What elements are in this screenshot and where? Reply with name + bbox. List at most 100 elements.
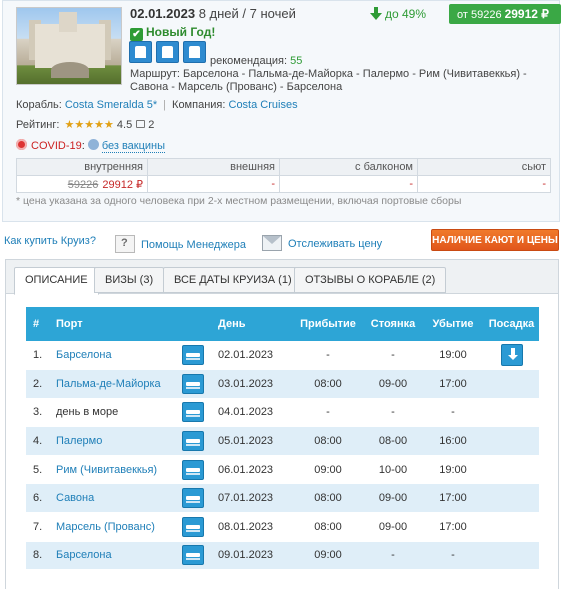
- row-departure: -: [422, 541, 484, 571]
- row-stay: 08-00: [364, 426, 422, 456]
- manager-help-link[interactable]: Помощь Менеджера: [141, 239, 246, 251]
- row-boarding: [484, 541, 539, 571]
- row-num: 8.: [26, 541, 50, 571]
- arrow-down-icon: [370, 7, 382, 20]
- port-link[interactable]: Рим (Чивитавеккья): [56, 464, 157, 476]
- col-arrival: Прибытие: [292, 307, 364, 342]
- ship-icon[interactable]: [182, 488, 204, 509]
- table-row: 2. Пальма-де-Майорка 03.01.2023 08:00 09-00 1…: [26, 369, 539, 399]
- family-icon[interactable]: [156, 41, 179, 63]
- port-link[interactable]: Пальма-де-Майорка: [56, 378, 161, 390]
- tab-visas[interactable]: ВИЗЫ (3): [94, 267, 165, 293]
- help-icon: [115, 235, 135, 253]
- row-date: 03.01.2023: [208, 369, 292, 399]
- vaccine-link[interactable]: без вакцины: [101, 140, 166, 153]
- cabin-header-suite: сьют: [417, 158, 551, 176]
- row-departure: 16:00: [422, 426, 484, 456]
- rating-stars: ★★★★★: [64, 119, 114, 131]
- port-link[interactable]: Палермо: [56, 435, 102, 447]
- table-row: 7. Марсель (Прованс) 08.01.2023 08:00 09-00 1…: [26, 512, 539, 542]
- row-arrival: 08:00: [292, 369, 364, 399]
- company-link[interactable]: Costa Cruises: [229, 99, 298, 111]
- thumbs-up-icon[interactable]: [183, 41, 206, 63]
- tab-ship-reviews[interactable]: ОТЗЫВЫ О КОРАБЛЕ (2): [294, 267, 447, 293]
- port-link[interactable]: Савона: [56, 492, 94, 504]
- cabin-price-table: внутренняя внешняя с балконом сьют 59226…: [16, 158, 551, 193]
- row-port[interactable]: Савона: [50, 483, 178, 514]
- row-port[interactable]: Палермо: [50, 426, 178, 456]
- row-port[interactable]: Барселона: [50, 541, 178, 571]
- row-port: день в море: [50, 398, 178, 428]
- ship-icon[interactable]: [182, 431, 204, 452]
- port-link[interactable]: Барселона: [56, 549, 112, 561]
- ship-icon[interactable]: [182, 402, 204, 423]
- col-boarding: Посадка: [484, 307, 539, 342]
- table-row: 3. день в море 04.01.2023- - -: [26, 398, 539, 428]
- price-note: * цена указана за одного человека при 2-…: [16, 195, 462, 207]
- table-row: 5. Рим (Чивитавеккья) 06.01.2023 09:00 10-00…: [26, 455, 539, 485]
- row-departure: -: [422, 398, 484, 428]
- row-num: 3.: [26, 398, 50, 428]
- row-port[interactable]: Пальма-де-Майорка: [50, 369, 178, 399]
- row-boarding: [484, 398, 539, 428]
- ship-icon[interactable]: [182, 545, 204, 566]
- port-link[interactable]: Марсель (Прованс): [56, 521, 155, 533]
- port-link[interactable]: Барселона: [56, 349, 112, 361]
- cruise-date: 02.01.2023 8 дней / 7 ночей: [130, 6, 296, 21]
- tab-all-dates[interactable]: ВСЕ ДАТЫ КРУИЗА (1): [163, 267, 303, 293]
- price-box[interactable]: от 59226 29912 ₽: [449, 4, 561, 24]
- track-price-link[interactable]: Отслеживать цену: [288, 238, 382, 250]
- ship-icon[interactable]: [182, 516, 204, 537]
- row-date: 06.01.2023: [208, 455, 292, 485]
- how-to-buy-link[interactable]: Как купить Круиз?: [4, 235, 96, 247]
- route: Маршрут: Барселона - Пальма-де-Майорка -…: [130, 68, 527, 93]
- tab-bar: ОПИСАНИЕ ВИЗЫ (3) ВСЕ ДАТЫ КРУИЗА (1) ОТ…: [6, 260, 558, 295]
- row-date: 07.01.2023: [208, 483, 292, 514]
- itinerary-table: # Порт День Прибытие Стоянка Убытие Поса…: [26, 307, 539, 571]
- row-arrival: -: [292, 398, 364, 428]
- track-price[interactable]: Отслеживать цену: [262, 235, 382, 251]
- boarding-icon[interactable]: [500, 344, 523, 367]
- row-num: 1.: [26, 341, 50, 371]
- row-departure: 19:00: [422, 455, 484, 485]
- col-num: #: [26, 307, 50, 342]
- tab-description[interactable]: ОПИСАНИЕ: [14, 267, 99, 295]
- comment-icon: [136, 120, 146, 128]
- row-date: 02.01.2023: [208, 341, 292, 371]
- cabin-header-outer: внешняя: [147, 158, 280, 176]
- row-port[interactable]: Барселона: [50, 341, 178, 371]
- entertainment-icon[interactable]: [129, 41, 152, 63]
- tabs-panel: ОПИСАНИЕ ВИЗЫ (3) ВСЕ ДАТЫ КРУИЗА (1) ОТ…: [5, 259, 559, 589]
- ship-icon[interactable]: [182, 373, 204, 394]
- col-day: День: [208, 307, 292, 342]
- row-stay: 09-00: [364, 483, 422, 514]
- row-boarding: [484, 483, 539, 514]
- cabins-prices-button[interactable]: НАЛИЧИЕ КАЮТ И ЦЕНЫ: [431, 229, 559, 251]
- rating: Рейтинг: ★★★★★ 4.5 2: [16, 119, 155, 131]
- cabin-price-inner[interactable]: 59226 29912 ₽: [16, 175, 148, 193]
- cabin-price-suite: -: [417, 175, 551, 193]
- row-port[interactable]: Рим (Чивитавеккья): [50, 455, 178, 485]
- row-num: 7.: [26, 512, 50, 542]
- cabin-price-outer: -: [147, 175, 280, 193]
- ship-icon[interactable]: [182, 459, 204, 480]
- row-date: 05.01.2023: [208, 426, 292, 456]
- ship-icon[interactable]: [182, 345, 204, 366]
- row-boarding: [484, 455, 539, 485]
- row-date: 09.01.2023: [208, 541, 292, 571]
- row-port[interactable]: Марсель (Прованс): [50, 512, 178, 542]
- col-stay: Стоянка: [364, 307, 422, 342]
- new-year-badge: ✔ Новый Год!: [130, 25, 215, 41]
- cabin-header-balcony: с балконом: [279, 158, 418, 176]
- virus-icon: [16, 139, 27, 150]
- table-row: 4. Палермо 05.01.2023 08:00 08-00 16:00: [26, 426, 539, 456]
- cruise-photo[interactable]: [16, 7, 122, 85]
- table-row: 8. Барселона 09.01.2023 09:00- -: [26, 541, 539, 571]
- ship-link[interactable]: Costa Smeralda 5*: [65, 99, 157, 111]
- ship-info: Корабль: Costa Smeralda 5* | Компания: Cos…: [16, 99, 298, 111]
- row-stay: -: [364, 341, 422, 371]
- manager-help[interactable]: Помощь Менеджера: [115, 235, 246, 253]
- col-port: Порт: [50, 307, 178, 342]
- vaccine-icon: [87, 139, 99, 150]
- row-stay: 09-00: [364, 512, 422, 542]
